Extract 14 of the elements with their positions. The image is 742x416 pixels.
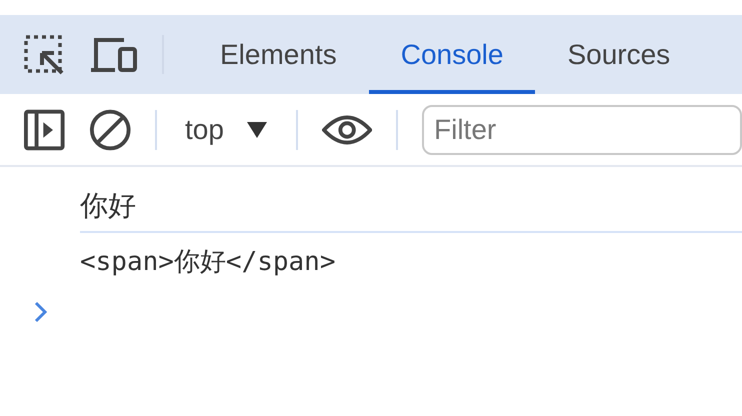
prompt-chevron-icon[interactable] xyxy=(34,301,48,324)
device-toolbar-icon[interactable] xyxy=(90,36,138,72)
sidebar-toggle-icon[interactable] xyxy=(24,108,65,150)
console-output-text: 你好 xyxy=(80,190,136,221)
console-output-markup: <span>你好</span> xyxy=(80,246,336,277)
caret-icon xyxy=(246,120,268,138)
clear-console-icon[interactable] xyxy=(88,108,132,152)
inspect-icon[interactable] xyxy=(24,34,66,74)
panel-tab[interactable]: Sources xyxy=(535,15,702,94)
panel-tab[interactable]: Elements xyxy=(188,15,369,94)
eye-icon[interactable] xyxy=(322,114,372,146)
filter-field[interactable]: Filter xyxy=(422,104,742,154)
context-dropdown[interactable]: top xyxy=(180,108,272,150)
panel-tab[interactable]: Console xyxy=(368,15,536,94)
